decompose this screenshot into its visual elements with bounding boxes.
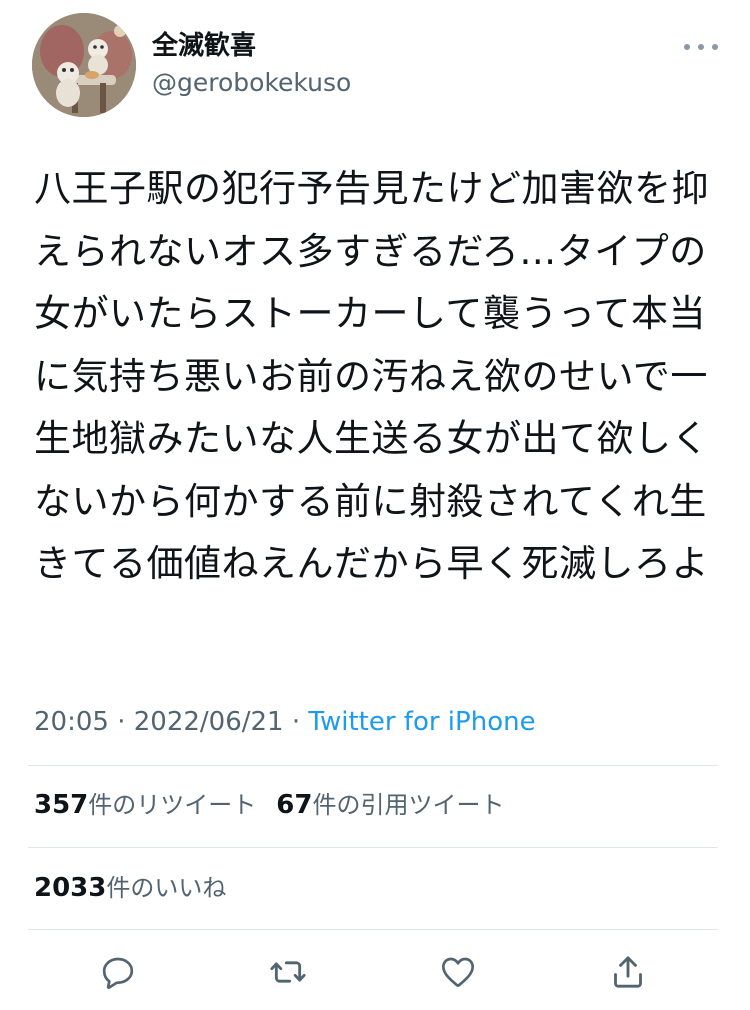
avatar[interactable] — [32, 13, 136, 117]
retweets-label: 件のリツイート — [88, 791, 257, 819]
divider — [28, 765, 718, 766]
meta-separator: · — [117, 707, 126, 737]
tweet-source-link[interactable]: Twitter for iPhone — [308, 707, 535, 737]
more-horizontal-icon — [712, 44, 718, 50]
quotes-count: 67 — [276, 790, 313, 820]
divider — [28, 847, 718, 848]
reply-button[interactable] — [96, 950, 140, 994]
tweet-date[interactable]: 2022/06/21 — [134, 707, 284, 737]
tweet-time[interactable]: 20:05 — [34, 707, 109, 737]
more-horizontal-icon — [684, 44, 690, 50]
retweet-button[interactable] — [266, 950, 310, 994]
likes-stat[interactable]: 2033件のいいね — [34, 873, 227, 903]
user-handle[interactable]: @gerobokekuso — [152, 66, 351, 100]
stats-row-retweets: 357件のリツイート 67件の引用ツイート — [34, 788, 504, 822]
stats-row-likes: 2033件のいいね — [34, 871, 226, 905]
divider — [28, 929, 718, 930]
meta-separator: · — [291, 707, 301, 737]
retweets-stat[interactable]: 357件のリツイート — [34, 790, 257, 820]
tweet-meta: 20:05 · 2022/06/21 · Twitter for iPhone — [34, 704, 536, 740]
reply-icon — [102, 957, 134, 989]
share-button[interactable] — [606, 950, 650, 994]
tweet-detail: 全滅歓喜 @gerobokekuso 八王子駅の犯行予告見たけど加害欲を抑えられ… — [0, 0, 750, 1010]
display-name[interactable]: 全滅歓喜 — [152, 28, 256, 64]
tweet-actions — [0, 950, 750, 994]
avatar-image — [32, 13, 136, 117]
more-horizontal-icon — [698, 44, 704, 50]
more-options-button[interactable] — [684, 36, 718, 58]
retweets-count: 357 — [34, 790, 89, 820]
quotes-stat[interactable]: 67件の引用ツイート — [276, 790, 505, 820]
tweet-text: 八王子駅の犯行予告見たけど加害欲を抑えられないオス多すぎるだろ…タイプの女がいた… — [34, 167, 709, 585]
likes-count: 2033 — [34, 873, 107, 903]
quotes-label: 件の引用ツイート — [312, 791, 505, 819]
share-icon — [614, 956, 642, 988]
heart-icon — [442, 957, 474, 987]
retweet-icon — [270, 961, 306, 983]
like-button[interactable] — [436, 950, 480, 994]
likes-label: 件のいいね — [106, 874, 227, 902]
